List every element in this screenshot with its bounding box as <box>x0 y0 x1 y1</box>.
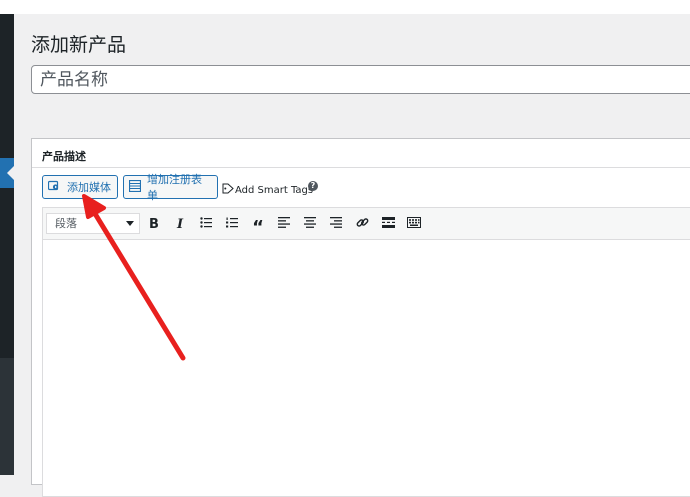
bold-button[interactable]: B <box>144 214 164 234</box>
align-right-button[interactable] <box>326 214 346 234</box>
read-more-button[interactable] <box>378 214 398 234</box>
tag-icon <box>222 183 235 197</box>
form-table-icon <box>128 179 142 195</box>
add-registration-form-label: 增加注册表单 <box>147 173 202 202</box>
add-media-label: 添加媒体 <box>67 181 111 194</box>
read-more-icon <box>381 216 395 232</box>
product-description-box: 产品描述 添加媒体 增加注册表单 Add Smart Tags ? 段落 B I… <box>31 138 690 497</box>
align-right-icon <box>330 216 342 232</box>
help-icon[interactable]: ? <box>308 181 318 191</box>
add-smart-tags-link[interactable]: Add Smart Tags <box>222 183 313 197</box>
media-icon <box>47 179 61 195</box>
align-left-icon <box>278 216 290 232</box>
numbered-list-button[interactable] <box>222 214 242 234</box>
align-center-icon <box>304 216 316 232</box>
align-center-button[interactable] <box>300 214 320 234</box>
product-name-input[interactable] <box>31 65 690 94</box>
insert-link-button[interactable] <box>352 214 372 234</box>
chevron-down-icon <box>126 221 134 226</box>
align-left-button[interactable] <box>274 214 294 234</box>
media-buttons-row: 添加媒体 增加注册表单 Add Smart Tags ? <box>32 173 690 204</box>
add-smart-tags-label: Add Smart Tags <box>235 184 314 196</box>
keyboard-icon <box>407 216 421 232</box>
top-strip <box>0 0 690 14</box>
numbered-list-icon <box>226 217 238 232</box>
blockquote-button[interactable]: “ <box>248 214 268 238</box>
format-select-value: 段落 <box>55 217 77 230</box>
description-box-header: 产品描述 <box>32 139 690 168</box>
link-icon <box>356 216 369 233</box>
admin-sidebar-lower <box>0 358 14 475</box>
editor-area[interactable]: 段落 B I “ <box>42 207 690 497</box>
add-media-button[interactable]: 添加媒体 <box>42 175 118 199</box>
italic-button[interactable]: I <box>170 214 190 234</box>
toolbar-toggle-button[interactable] <box>404 214 424 234</box>
bulleted-list-button[interactable] <box>196 214 216 234</box>
page-title: 添加新产品 <box>31 34 127 56</box>
paragraph-format-select[interactable]: 段落 <box>46 213 140 234</box>
add-registration-form-button[interactable]: 增加注册表单 <box>123 173 218 202</box>
description-box-title: 产品描述 <box>42 150 86 163</box>
editor-toolbar: 段落 B I “ <box>43 208 690 240</box>
sidebar-active-item[interactable] <box>0 158 14 188</box>
bulleted-list-icon <box>200 216 212 232</box>
